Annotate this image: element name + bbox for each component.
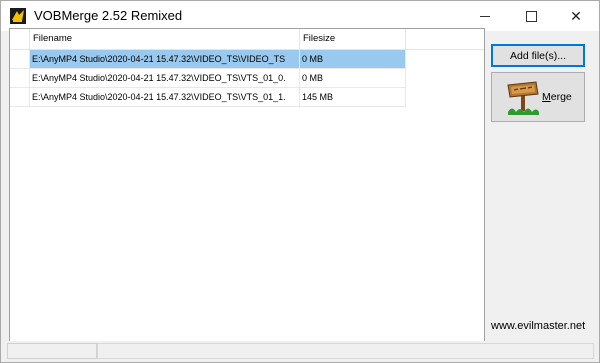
window-title: VOBMerge 2.52 Remixed (34, 8, 183, 23)
row-filesize: 145 MB (300, 88, 406, 107)
row-index (10, 50, 30, 69)
row-filesize: 0 MB (300, 69, 406, 88)
status-panel-main (97, 343, 594, 359)
minimize-button[interactable] (462, 1, 508, 31)
row-filename: E:\AnyMP4 Studio\2020-04-21 15.47.32\VID… (30, 50, 300, 69)
row-filename: E:\AnyMP4 Studio\2020-04-21 15.47.32\VID… (30, 69, 300, 88)
maximize-button[interactable] (508, 1, 554, 31)
title-bar[interactable]: VOBMerge 2.52 Remixed ✕ (1, 1, 599, 31)
column-header-filename[interactable]: Filename (30, 29, 300, 49)
website-link[interactable]: www.evilmaster.net (491, 320, 585, 332)
close-icon: ✕ (570, 7, 582, 24)
merge-label: Merge (542, 91, 572, 103)
status-panel (7, 343, 97, 359)
row-filesize: 0 MB (300, 50, 406, 69)
row-index (10, 88, 30, 107)
row-index (10, 69, 30, 88)
list-item[interactable]: E:\AnyMP4 Studio\2020-04-21 15.47.32\VID… (10, 88, 406, 107)
list-item[interactable]: E:\AnyMP4 Studio\2020-04-21 15.47.32\VID… (10, 50, 406, 69)
app-icon (10, 8, 26, 24)
row-filename: E:\AnyMP4 Studio\2020-04-21 15.47.32\VID… (30, 88, 300, 107)
merge-sign-icon (507, 81, 539, 115)
app-window: VOBMerge 2.52 Remixed ✕ Filename Filesiz… (0, 0, 600, 363)
maximize-icon (525, 10, 537, 22)
file-list[interactable]: Filename Filesize E:\AnyMP4 Studio\2020-… (9, 28, 485, 342)
column-header-filesize[interactable]: Filesize (300, 29, 406, 49)
status-bar (1, 341, 599, 362)
merge-button[interactable]: Merge (491, 72, 585, 122)
close-button[interactable]: ✕ (553, 1, 599, 31)
minimize-icon (480, 15, 490, 17)
list-header: Filename Filesize (10, 29, 484, 50)
column-header-index[interactable] (10, 29, 30, 49)
list-item[interactable]: E:\AnyMP4 Studio\2020-04-21 15.47.32\VID… (10, 69, 406, 88)
add-files-button[interactable]: Add file(s)... (491, 44, 585, 67)
